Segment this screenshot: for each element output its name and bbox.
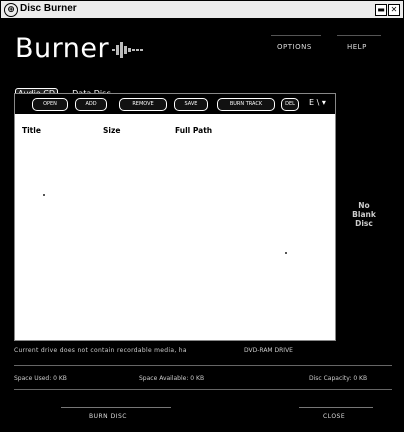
app-icon: ⊕ [4, 3, 18, 17]
extra-menu-label: E \ [309, 98, 320, 107]
title-bar: ⊕ Disc Burner ▬ ✕ [1, 1, 403, 19]
menu-options-divider [271, 35, 321, 36]
extra-menu[interactable]: E \ ▾ [309, 98, 326, 107]
disc-status-panel: No Blank Disc [336, 93, 392, 339]
disc-capacity: Disc Capacity: 0 KB [309, 375, 368, 382]
stray-dot [285, 252, 287, 254]
minimize-button[interactable]: ▬ [375, 4, 387, 16]
chevron-down-icon: ▾ [321, 98, 326, 107]
divider [14, 389, 392, 390]
disc-burner-window: ⊕ Disc Burner ▬ ✕ Burner OPTIONS HELP Au… [0, 0, 404, 432]
menu-options[interactable]: OPTIONS [277, 43, 312, 51]
track-list[interactable]: OPEN ADD REMOVE SAVE BURN TRACK DEL E \ … [14, 93, 336, 341]
add-button[interactable]: ADD [75, 98, 107, 111]
stray-dot [43, 194, 45, 196]
disc-status-line: Blank [352, 210, 376, 219]
burn-track-button[interactable]: BURN TRACK [217, 98, 275, 111]
disc-status-line: No [358, 201, 370, 210]
column-full-path[interactable]: Full Path [175, 126, 212, 135]
menu-help-divider [337, 35, 381, 36]
divider [14, 365, 392, 366]
brand-title: Burner [15, 33, 110, 64]
close-window-button[interactable]: ✕ [388, 4, 400, 16]
space-available: Space Available: 0 KB [139, 375, 205, 382]
space-used: Space Used: 0 KB [14, 375, 67, 382]
delete-button[interactable]: DEL [281, 98, 299, 111]
toolbar: OPEN ADD REMOVE SAVE BURN TRACK DEL E \ … [15, 94, 335, 114]
save-button[interactable]: SAVE [174, 98, 208, 111]
drive-name: DVD-RAM DRIVE [244, 347, 293, 354]
close-button[interactable]: CLOSE [323, 413, 345, 420]
column-title[interactable]: Title [22, 126, 41, 135]
column-size[interactable]: Size [103, 126, 120, 135]
app-header: Burner OPTIONS HELP [1, 19, 403, 71]
menu-help[interactable]: HELP [347, 43, 367, 51]
equalizer-logo-icon [112, 42, 143, 58]
tab-bar: Audio CD Data Disc [15, 81, 120, 99]
burn-disc-button[interactable]: BURN DISC [89, 413, 127, 420]
close-button-line [299, 407, 373, 408]
disc-status-line: Disc [355, 219, 373, 228]
status-message: Current drive does not contain recordabl… [14, 347, 187, 354]
window-title: Disc Burner [20, 3, 77, 14]
disc-status-text: No Blank Disc [336, 201, 392, 228]
burn-button-line [61, 407, 171, 408]
remove-button[interactable]: REMOVE [119, 98, 167, 111]
open-button[interactable]: OPEN [32, 98, 68, 111]
